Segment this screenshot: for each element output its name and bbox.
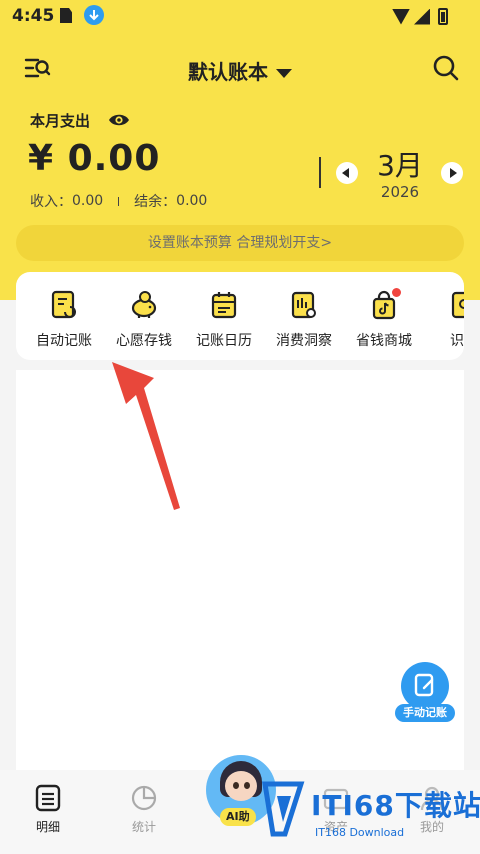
- next-month-button[interactable]: [441, 162, 463, 184]
- quick-action-auto-bookkeeping[interactable]: 自动记账: [24, 272, 104, 360]
- top-bar: 默认账本: [0, 48, 480, 88]
- quick-action-label: 消费洞察: [276, 333, 332, 349]
- quick-action-label: 自动记账: [36, 333, 92, 349]
- ai-avatar-eye: [244, 782, 250, 789]
- annotation-arrow: [112, 362, 180, 510]
- tab-label: 统计: [131, 820, 156, 834]
- pie-chart-icon: [131, 785, 157, 811]
- search-icon[interactable]: [432, 54, 460, 82]
- scan-image-icon: [451, 291, 464, 319]
- profile-icon: [420, 786, 444, 811]
- edit-icon: [414, 673, 434, 697]
- income-value: 0.00: [72, 193, 104, 209]
- quick-action-scan[interactable]: 识图: [424, 272, 464, 360]
- ai-avatar-icon: [225, 771, 257, 801]
- book-title: 默认账本: [188, 60, 268, 84]
- ai-assistant-label: AI助: [220, 808, 256, 826]
- eye-icon[interactable]: [108, 112, 130, 128]
- insight-chart-icon: [291, 291, 316, 319]
- quick-action-label: 识图: [450, 333, 464, 349]
- quick-actions-card: 自动记账 心愿存钱 记账日历 消费洞察 省钱商城 识: [16, 272, 464, 360]
- status-bar: 4:45: [0, 0, 480, 34]
- piggy-bank-icon: [131, 291, 157, 318]
- monthly-expense-label: 本月支出: [30, 112, 91, 130]
- balance-label: 结余：: [134, 194, 177, 210]
- year-label: 2026: [380, 183, 420, 201]
- quick-action-label: 省钱商城: [356, 333, 412, 349]
- chevron-right-icon: [450, 168, 457, 178]
- tab-details[interactable]: 明细: [0, 770, 96, 854]
- quick-action-shop[interactable]: 省钱商城: [344, 272, 424, 360]
- chevron-left-icon: [342, 168, 349, 178]
- sim-card-icon: [60, 8, 72, 23]
- menu-search-icon[interactable]: [24, 56, 52, 80]
- budget-prompt-button[interactable]: 设置账本预算 合理规划开支>: [16, 225, 464, 261]
- income-label: 收入：: [30, 194, 72, 210]
- manual-entry-circle: [401, 662, 449, 710]
- tab-assets[interactable]: 资产: [288, 770, 384, 854]
- battery-icon: [438, 8, 448, 25]
- manual-entry-label: 手动记账: [395, 704, 455, 722]
- tab-label: 我的: [419, 820, 444, 834]
- caret-down-icon: [276, 69, 292, 78]
- details-list-icon: [35, 784, 61, 812]
- wallet-icon: [323, 788, 349, 810]
- book-title-button[interactable]: 默认账本: [188, 60, 292, 84]
- tab-statistics[interactable]: 统计: [96, 770, 192, 854]
- calendar-icon: [211, 292, 237, 319]
- income-balance-row: 收入： 0.00 结余： 0.00: [30, 191, 207, 211]
- tab-label: 资产: [323, 820, 348, 834]
- auto-bookkeeping-icon: [51, 290, 76, 319]
- wifi-icon: [392, 8, 410, 25]
- notification-dot: [392, 288, 401, 297]
- month-label[interactable]: 3月: [365, 144, 435, 184]
- status-indicators: [392, 8, 448, 25]
- previous-month-button[interactable]: [336, 162, 358, 184]
- divider: [118, 196, 120, 206]
- balance-value: 0.00: [176, 193, 208, 209]
- monthly-expense-amount: ¥ 0.00: [28, 138, 161, 179]
- book-selector: 默认账本: [0, 56, 480, 85]
- ai-avatar-eye: [233, 782, 239, 789]
- signal-icon: [414, 8, 430, 25]
- tab-label: 明细: [35, 820, 60, 834]
- tab-mine[interactable]: 我的: [384, 770, 480, 854]
- divider: [319, 157, 321, 188]
- status-time: 4:45: [12, 6, 55, 26]
- manual-entry-button[interactable]: 手动记账: [395, 660, 455, 722]
- download-notification-icon: [84, 5, 104, 25]
- quick-action-insight[interactable]: 消费洞察: [264, 272, 344, 360]
